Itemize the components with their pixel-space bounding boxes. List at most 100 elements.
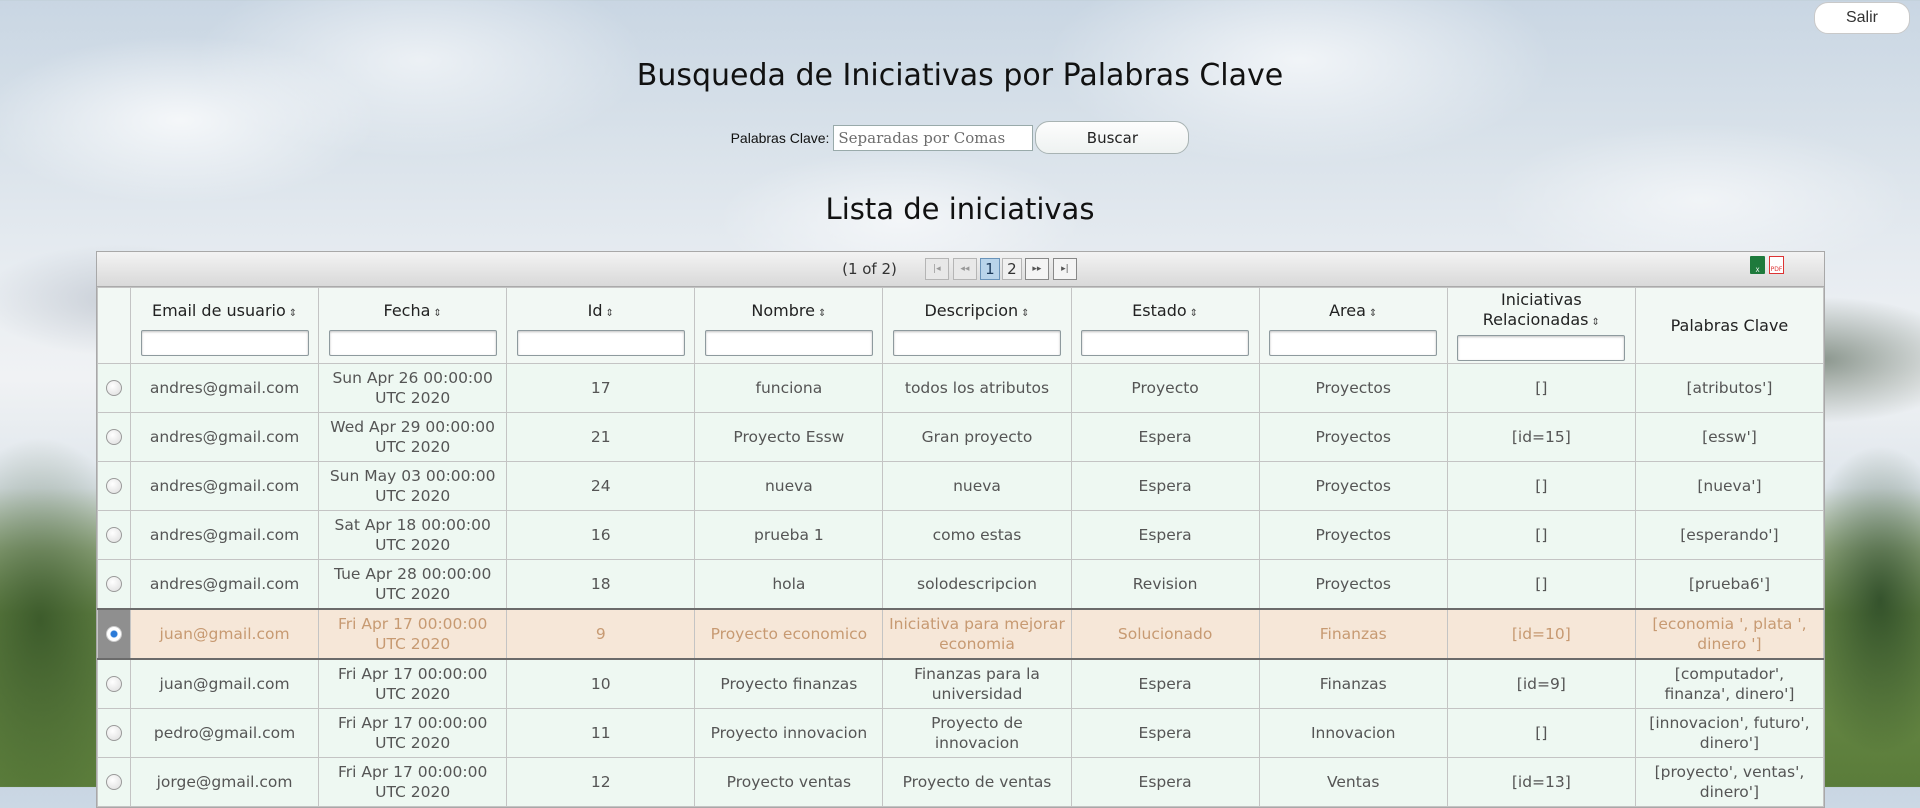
table-row[interactable]: pedro@gmail.com Fri Apr 17 00:00:00 UTC 20… xyxy=(97,708,1825,758)
row-radio-button[interactable] xyxy=(106,576,122,592)
first-page-button[interactable]: |◂ xyxy=(924,258,949,280)
row-radio-button[interactable] xyxy=(106,676,122,692)
cell-palabras: [economia ', plata ', dinero '] xyxy=(1634,608,1825,660)
fecha-line1: Fri Apr 17 00:00:00 xyxy=(337,665,488,683)
cell-id: 16 xyxy=(506,510,696,560)
cell-area: Proyectos xyxy=(1258,510,1448,560)
filter-relacionadas-input[interactable] xyxy=(1457,335,1626,361)
cell-palabras: [proyecto', ventas', dinero'] xyxy=(1634,757,1825,807)
row-radio-button[interactable] xyxy=(106,380,122,396)
sort-icon[interactable]: ⇕ xyxy=(289,308,297,319)
sort-icon[interactable]: ⇕ xyxy=(818,308,826,319)
cell-email: andres@gmail.com xyxy=(129,363,320,413)
cell-nombre: funciona xyxy=(694,363,884,413)
column-header-email[interactable]: Email de usuario ⇕ xyxy=(129,287,320,364)
fecha-line2: UTC 2020 xyxy=(375,783,451,801)
sort-icon[interactable]: ⇕ xyxy=(433,308,441,319)
fecha-line1: Fri Apr 17 00:00:00 xyxy=(337,714,488,732)
filter-area-input[interactable] xyxy=(1269,330,1438,356)
table-row[interactable]: juan@gmail.com Fri Apr 17 00:00:00 UTC 202… xyxy=(97,658,1825,709)
row-radio-button[interactable] xyxy=(106,725,122,741)
column-label: Descripcion xyxy=(924,301,1019,320)
row-radio-button[interactable] xyxy=(106,429,122,445)
fecha-line1: Sun Apr 26 00:00:00 xyxy=(332,369,493,387)
logout-button[interactable]: Salir xyxy=(1814,2,1910,34)
cell-email: juan@gmail.com xyxy=(129,658,320,709)
sort-icon[interactable]: ⇕ xyxy=(1190,308,1198,319)
cell-fecha: Sun May 03 00:00:00 UTC 2020 xyxy=(318,461,508,511)
row-select-cell[interactable] xyxy=(97,412,131,462)
cell-palabras: [computador', finanza', dinero'] xyxy=(1634,658,1825,709)
table-row[interactable]: andres@gmail.com Sun May 03 00:00:00 UTC 2… xyxy=(97,461,1825,511)
page-2-button[interactable]: 2 xyxy=(1001,258,1022,280)
cell-email: pedro@gmail.com xyxy=(129,708,320,758)
filter-descripcion-input[interactable] xyxy=(892,330,1061,356)
column-header-estado[interactable]: Estado ⇕ xyxy=(1070,287,1260,364)
cell-estado: Espera xyxy=(1070,757,1260,807)
column-label: Estado xyxy=(1132,301,1187,320)
column-header-relacionadas[interactable]: Iniciativas Relacionadas ⇕ xyxy=(1446,287,1636,364)
sort-icon[interactable]: ⇕ xyxy=(606,308,614,319)
filter-estado-input[interactable] xyxy=(1081,330,1250,356)
last-page-button[interactable]: ▸| xyxy=(1052,258,1077,280)
cell-relacionadas: [id=10] xyxy=(1446,608,1636,660)
row-select-cell[interactable] xyxy=(97,363,131,413)
filter-email-input[interactable] xyxy=(140,330,309,356)
pdf-export-icon[interactable]: PDF xyxy=(1769,256,1784,274)
row-select-cell[interactable] xyxy=(97,658,131,709)
cell-estado: Proyecto xyxy=(1070,363,1260,413)
column-header-nombre[interactable]: Nombre ⇕ xyxy=(694,287,884,364)
cell-fecha: Fri Apr 17 00:00:00 UTC 2020 xyxy=(318,757,508,807)
keywords-input[interactable] xyxy=(833,124,1034,151)
cell-email: andres@gmail.com xyxy=(129,461,320,511)
cell-descripcion: Gran proyecto xyxy=(882,412,1072,462)
select-column-header xyxy=(97,287,131,364)
fecha-line2: UTC 2020 xyxy=(375,734,451,752)
cell-fecha: Sat Apr 18 00:00:00 UTC 2020 xyxy=(318,510,508,560)
next-page-button[interactable]: ▸▸ xyxy=(1024,258,1049,280)
filter-fecha-input[interactable] xyxy=(328,330,497,356)
table-row[interactable]: juan@gmail.com Fri Apr 17 00:00:00 UTC 202… xyxy=(97,608,1825,660)
list-title: Lista de iniciativas xyxy=(825,192,1095,226)
sort-icon[interactable]: ⇕ xyxy=(1369,308,1377,319)
row-radio-button[interactable] xyxy=(106,626,122,642)
excel-export-icon[interactable]: X xyxy=(1750,256,1765,274)
cell-nombre: Proyecto innovacion xyxy=(694,708,884,758)
table-header-row: Email de usuario ⇕ Fecha ⇕ Id ⇕ Nombre ⇕ Des… xyxy=(97,287,1825,364)
column-header-descripcion[interactable]: Descripcion ⇕ xyxy=(882,287,1072,364)
table-row[interactable]: andres@gmail.com Tue Apr 28 00:00:00 UTC 2… xyxy=(97,559,1825,610)
table-row[interactable]: jorge@gmail.com Fri Apr 17 00:00:00 UTC 20… xyxy=(97,757,1825,807)
row-radio-button[interactable] xyxy=(106,527,122,543)
fecha-line2: UTC 2020 xyxy=(375,487,451,505)
search-button[interactable]: Buscar xyxy=(1035,121,1190,154)
cell-estado: Espera xyxy=(1070,658,1260,709)
row-select-cell[interactable] xyxy=(97,757,131,807)
cell-relacionadas: [] xyxy=(1446,510,1636,560)
row-select-cell[interactable] xyxy=(97,559,131,610)
cell-email: andres@gmail.com xyxy=(129,510,320,560)
prev-page-button[interactable]: ◂◂ xyxy=(952,258,977,280)
filter-nombre-input[interactable] xyxy=(704,330,873,356)
row-radio-button[interactable] xyxy=(106,774,122,790)
page-1-button[interactable]: 1 xyxy=(979,258,1000,280)
cell-nombre: Proyecto finanzas xyxy=(694,658,884,709)
cell-palabras: [atributos'] xyxy=(1634,363,1825,413)
table-row[interactable]: andres@gmail.com Sun Apr 26 00:00:00 UTC 2… xyxy=(97,363,1825,413)
table-row[interactable]: andres@gmail.com Wed Apr 29 00:00:00 UTC 2… xyxy=(97,412,1825,462)
column-header-area[interactable]: Area ⇕ xyxy=(1258,287,1448,364)
column-header-id[interactable]: Id ⇕ xyxy=(506,287,696,364)
sort-icon[interactable]: ⇕ xyxy=(1021,308,1029,319)
column-header-fecha[interactable]: Fecha ⇕ xyxy=(318,287,508,364)
row-select-cell[interactable] xyxy=(97,510,131,560)
filter-id-input[interactable] xyxy=(516,330,685,356)
table-row[interactable]: andres@gmail.com Sat Apr 18 00:00:00 UTC 2… xyxy=(97,510,1825,560)
row-radio-button[interactable] xyxy=(106,478,122,494)
row-select-cell[interactable] xyxy=(97,608,131,660)
column-label: Palabras Clave xyxy=(1670,316,1789,335)
row-select-cell[interactable] xyxy=(97,708,131,758)
sort-icon[interactable]: ⇕ xyxy=(1592,317,1600,328)
data-table: Email de usuario ⇕ Fecha ⇕ Id ⇕ Nombre ⇕ Des… xyxy=(97,287,1825,807)
cell-id: 21 xyxy=(506,412,696,462)
fecha-line2: UTC 2020 xyxy=(375,438,451,456)
row-select-cell[interactable] xyxy=(97,461,131,511)
